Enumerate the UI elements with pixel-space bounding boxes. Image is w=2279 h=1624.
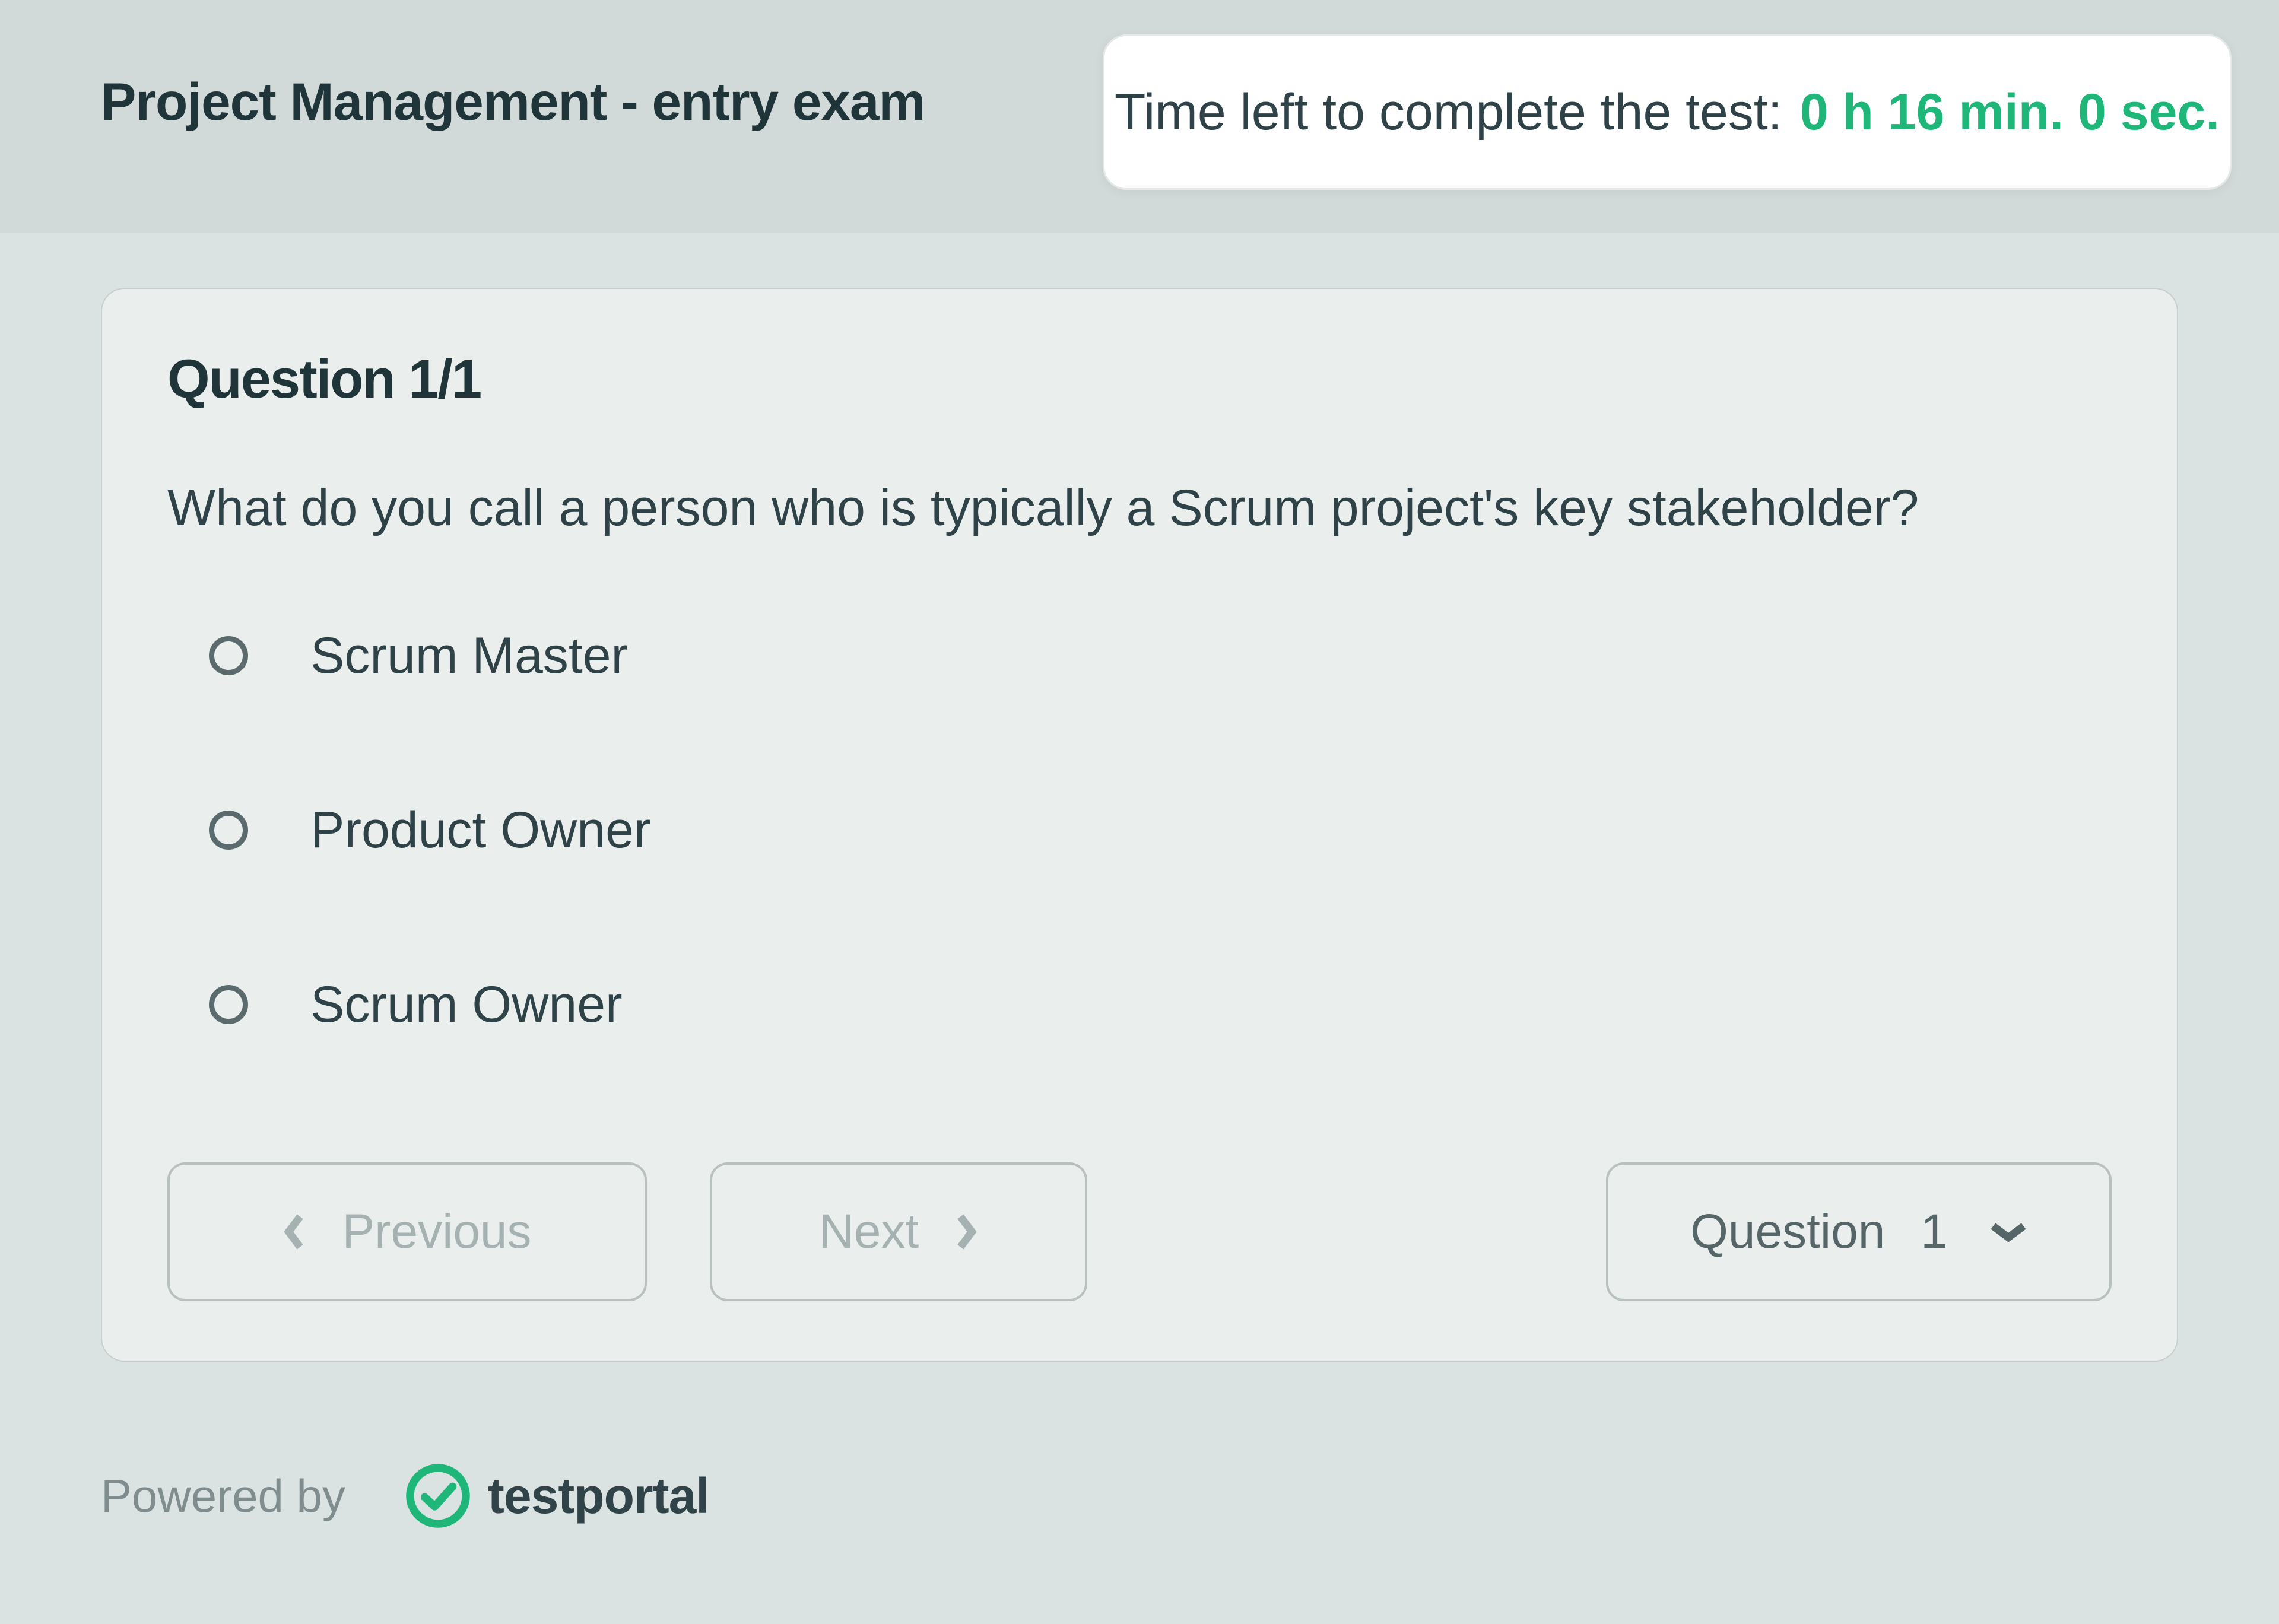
option-2[interactable]: Product Owner (209, 801, 2112, 860)
nav-row: Previous Next Question 1 (167, 1162, 2112, 1301)
timer-panel: Time left to complete the test: 0 h 16 m… (1103, 34, 2232, 190)
brand[interactable]: testportal (405, 1463, 709, 1529)
option-1[interactable]: Scrum Master (209, 627, 2112, 685)
question-text: What do you call a person who is typical… (167, 479, 2112, 538)
previous-button-label: Previous (342, 1204, 531, 1260)
option-3[interactable]: Scrum Owner (209, 975, 2112, 1034)
question-selector[interactable]: Question 1 (1606, 1162, 2112, 1301)
timer-label: Time left to complete the test: (1115, 83, 1782, 142)
previous-button[interactable]: Previous (167, 1162, 647, 1301)
radio-icon[interactable] (209, 985, 248, 1024)
radio-icon[interactable] (209, 636, 248, 675)
header: Project Management - entry exam Time lef… (0, 0, 2279, 233)
chevron-down-icon (1989, 1220, 2027, 1244)
option-label: Scrum Master (310, 627, 628, 685)
radio-icon[interactable] (209, 811, 248, 850)
powered-by-label: Powered by (101, 1469, 345, 1523)
brand-name: testportal (488, 1467, 709, 1525)
brand-logo-icon (405, 1463, 471, 1529)
question-number-heading: Question 1/1 (167, 348, 2112, 411)
exam-title: Project Management - entry exam (101, 71, 925, 132)
question-selector-value: 1 (1921, 1204, 1948, 1260)
question-selector-label: Question (1690, 1204, 1885, 1260)
option-label: Product Owner (310, 801, 651, 860)
options-list: Scrum Master Product Owner Scrum Owner (167, 627, 2112, 1034)
question-card: Question 1/1 What do you call a person w… (101, 288, 2178, 1362)
timer-value: 0 h 16 min. 0 sec. (1800, 83, 2220, 142)
option-label: Scrum Owner (310, 975, 623, 1034)
chevron-right-icon (954, 1213, 978, 1251)
next-button-label: Next (819, 1204, 919, 1260)
footer: Powered by testportal (101, 1463, 709, 1529)
chevron-left-icon (283, 1213, 306, 1251)
next-button[interactable]: Next (710, 1162, 1087, 1301)
